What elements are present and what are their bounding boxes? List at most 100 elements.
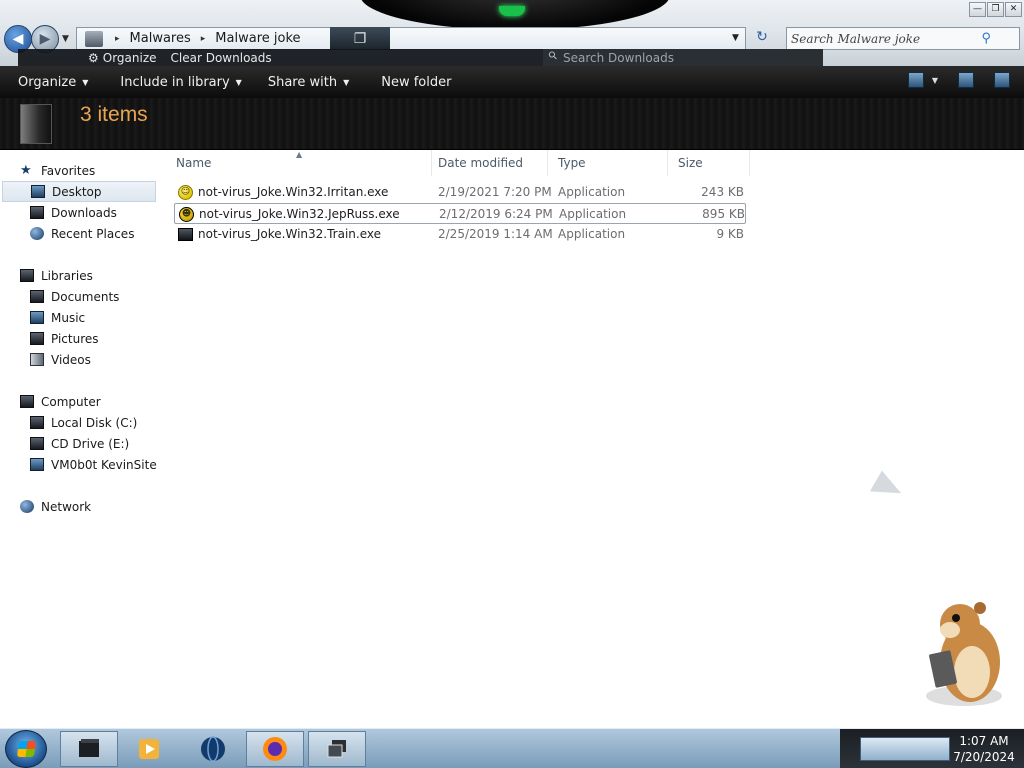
file-list: Name ▲ Date modified Type Size ☺ not-vir… bbox=[166, 150, 1024, 728]
file-row[interactable]: ☻ not-virus_Joke.Win32.JepRuss.exe 2/12/… bbox=[174, 203, 746, 224]
file-size: 895 KB bbox=[702, 207, 745, 221]
file-name-cell: ☻ not-virus_Joke.Win32.JepRuss.exe bbox=[179, 204, 400, 225]
chevron-right-icon[interactable]: ▸ bbox=[111, 34, 124, 44]
organize-button[interactable]: Organize ▼ bbox=[8, 66, 98, 98]
file-name: not-virus_Joke.Win32.Irritan.exe bbox=[198, 185, 389, 199]
share-with-button[interactable]: Share with ▼ bbox=[258, 66, 359, 98]
folder-icon bbox=[77, 28, 111, 49]
taskbar-media-player-button[interactable] bbox=[120, 731, 178, 767]
nav-item-network-share[interactable]: VM0b0t KevinSite bbox=[0, 454, 166, 475]
switch-windows-icon[interactable]: ❐ bbox=[330, 27, 390, 50]
smiley-icon: ☺ bbox=[178, 185, 193, 200]
file-row[interactable]: not-virus_Joke.Win32.Train.exe 2/25/2019… bbox=[174, 224, 746, 245]
column-header-type[interactable]: Type bbox=[548, 150, 668, 176]
preview-pane-icon[interactable] bbox=[958, 72, 974, 88]
dark-smiley-icon: ☻ bbox=[179, 207, 194, 222]
clear-downloads-button[interactable]: Clear Downloads bbox=[171, 51, 272, 65]
navigation-pane: ★ Favorites Desktop Downloads Recent Pla… bbox=[0, 150, 166, 728]
file-date: 2/19/2021 7:20 PM bbox=[438, 185, 552, 199]
include-in-library-button[interactable]: Include in library ▼ bbox=[110, 66, 251, 98]
nav-libraries-label: Libraries bbox=[41, 268, 93, 283]
taskbar-firefox-button[interactable] bbox=[246, 731, 304, 767]
address-bar[interactable]: ▸ Malwares ▸ Malware joke bbox=[76, 27, 746, 50]
nav-item-music[interactable]: Music bbox=[0, 307, 166, 328]
maximize-button[interactable]: ❐ bbox=[987, 2, 1004, 17]
overlay-organize-label: Organize bbox=[102, 50, 157, 65]
window-controls: — ❐ ✕ bbox=[969, 2, 1022, 17]
nav-favorites[interactable]: ★ Favorites bbox=[0, 160, 166, 181]
taskbar-browser-button[interactable] bbox=[184, 731, 242, 767]
nav-item-cd-drive[interactable]: CD Drive (E:) bbox=[0, 433, 166, 454]
search-icon[interactable]: ⚲ bbox=[981, 31, 991, 46]
nav-computer[interactable]: Computer bbox=[0, 391, 166, 412]
videos-icon bbox=[30, 353, 44, 366]
documents-icon bbox=[30, 290, 44, 303]
column-header-date[interactable]: Date modified bbox=[428, 150, 548, 176]
view-controls: ▼ bbox=[907, 72, 1010, 88]
search-input[interactable]: Search Malware joke ⚲ bbox=[786, 27, 1020, 50]
cd-drive-icon bbox=[30, 437, 44, 450]
breadcrumb-malware-joke[interactable]: Malware joke bbox=[209, 31, 306, 46]
column-header-label: Name bbox=[176, 156, 212, 170]
tray-icons[interactable] bbox=[860, 737, 950, 761]
network-group: Network bbox=[0, 496, 166, 517]
file-name-cell: not-virus_Joke.Win32.Train.exe bbox=[178, 224, 381, 245]
taskbar: 1:07 AM 7/20/2024 bbox=[0, 728, 1024, 768]
overlay-downloads-toolbar: ⚙ Organize Clear Downloads Search Downlo… bbox=[18, 49, 823, 66]
file-name: not-virus_Joke.Win32.JepRuss.exe bbox=[199, 207, 400, 221]
chevron-right-icon[interactable]: ▸ bbox=[197, 34, 210, 44]
downloads-icon bbox=[30, 206, 44, 219]
minimize-button[interactable]: — bbox=[969, 2, 986, 17]
command-bar: Organize ▼ Include in library ▼ Share wi… bbox=[0, 66, 1024, 98]
include-in-library-label: Include in library bbox=[120, 74, 230, 90]
nav-network[interactable]: Network bbox=[0, 496, 166, 517]
chevron-down-icon[interactable]: ▼ bbox=[932, 76, 938, 85]
nav-item-desktop[interactable]: Desktop bbox=[2, 181, 156, 202]
taskbar-explorer-button[interactable] bbox=[60, 731, 118, 767]
nav-item-label: Documents bbox=[51, 289, 120, 304]
file-name: not-virus_Joke.Win32.Train.exe bbox=[198, 227, 382, 241]
nav-item-documents[interactable]: Documents bbox=[0, 286, 166, 307]
column-header-size[interactable]: Size bbox=[668, 150, 750, 176]
nav-item-pictures[interactable]: Pictures bbox=[0, 328, 166, 349]
system-tray: 1:07 AM 7/20/2024 bbox=[840, 729, 1024, 768]
file-type: Application bbox=[558, 185, 626, 199]
file-date: 2/25/2019 1:14 AM bbox=[438, 227, 553, 241]
nav-computer-label: Computer bbox=[41, 394, 101, 409]
nav-network-label: Network bbox=[41, 499, 92, 514]
overlay-search-input[interactable]: Search Downloads bbox=[543, 49, 823, 66]
breadcrumb-malwares[interactable]: Malwares bbox=[124, 31, 197, 46]
nav-item-local-disk[interactable]: Local Disk (C:) bbox=[0, 412, 166, 433]
change-view-icon[interactable] bbox=[907, 72, 924, 88]
nav-libraries[interactable]: Libraries bbox=[0, 265, 166, 286]
file-date: 2/12/2019 6:24 PM bbox=[439, 207, 553, 221]
network-drive-icon bbox=[30, 458, 44, 471]
nav-item-recent-places[interactable]: Recent Places bbox=[0, 223, 166, 244]
globe-icon bbox=[201, 736, 225, 762]
clock[interactable]: 1:07 AM 7/20/2024 bbox=[946, 733, 1022, 765]
close-button[interactable]: ✕ bbox=[1005, 2, 1022, 17]
start-button[interactable] bbox=[5, 730, 47, 768]
taskbar-switch-windows-button[interactable] bbox=[308, 731, 366, 767]
nav-item-videos[interactable]: Videos bbox=[0, 349, 166, 370]
organize-label: Organize bbox=[18, 74, 77, 90]
overlay-organize-button[interactable]: ⚙ Organize bbox=[88, 51, 157, 65]
recent-pages-dropdown[interactable]: ▼ bbox=[62, 34, 69, 44]
chevron-down-icon: ▼ bbox=[343, 77, 350, 87]
computer-group: Computer Local Disk (C:) CD Drive (E:) V… bbox=[0, 391, 166, 475]
nav-item-label: CD Drive (E:) bbox=[51, 436, 130, 451]
refresh-button[interactable]: ↻ bbox=[752, 29, 772, 49]
clock-time: 1:07 AM bbox=[959, 734, 1009, 748]
chevron-down-icon: ▼ bbox=[235, 77, 242, 87]
nav-favorites-label: Favorites bbox=[41, 163, 96, 178]
address-history-dropdown[interactable]: ▼ bbox=[732, 33, 739, 43]
help-icon[interactable] bbox=[994, 72, 1010, 88]
nav-item-downloads[interactable]: Downloads bbox=[0, 202, 166, 223]
search-placeholder: Search Malware joke bbox=[791, 31, 921, 46]
new-folder-button[interactable]: New folder bbox=[371, 66, 461, 98]
file-type: Application bbox=[558, 227, 626, 241]
music-icon bbox=[30, 311, 44, 324]
media-player-icon bbox=[139, 739, 159, 759]
firefox-icon bbox=[263, 737, 287, 761]
file-row[interactable]: ☺ not-virus_Joke.Win32.Irritan.exe 2/19/… bbox=[174, 182, 746, 203]
